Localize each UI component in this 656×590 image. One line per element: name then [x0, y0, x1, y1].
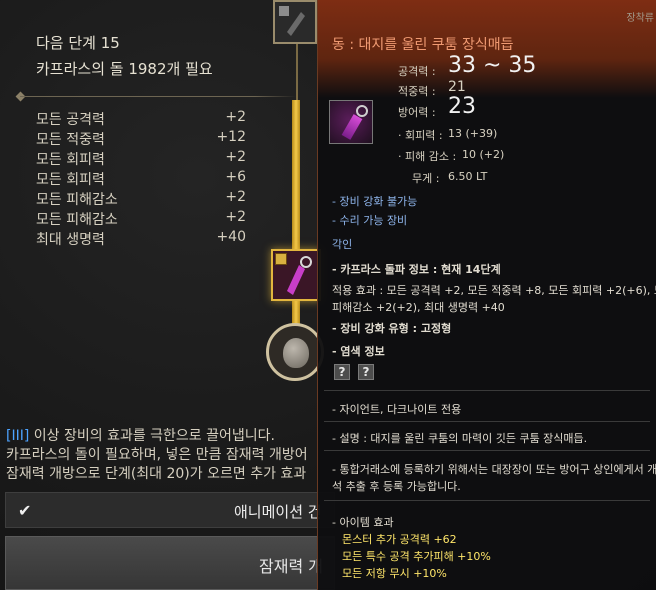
accuracy-value: 21 — [448, 79, 466, 95]
item-effect: 모든 저항 무시 +10% — [342, 567, 447, 580]
applied-effect-line1: 적용 효과 : 모든 공격력 +2, 모든 적중력 +8, 모든 회피력 +2(… — [332, 284, 656, 297]
market-note-line2: 석 추출 후 등록 가능합니다. — [332, 480, 461, 493]
defense-value: 23 — [448, 94, 476, 119]
tooltip-divider — [324, 450, 650, 451]
dye-slot-icon: ? — [334, 364, 350, 380]
damage-reduction-label: · 피해 감소 : — [398, 150, 457, 163]
item-tooltip: 장착류 동 : 대지를 울린 쿠툼 장식매듭 공격력 : 33 ~ 35 적중력… — [317, 0, 656, 590]
attack-value: 33 ~ 35 — [448, 53, 537, 78]
ornament-icon — [279, 6, 305, 36]
attack-label: 공격력 : — [398, 65, 436, 78]
no-enhance-line: - 장비 강화 불가능 — [332, 195, 418, 208]
divider — [20, 96, 296, 97]
stat-row: 최대 생명력 +40 — [36, 229, 246, 248]
weight-value: 6.50 LT — [448, 170, 488, 183]
gem-icon — [341, 114, 363, 140]
dye-info: - 염색 정보 — [332, 345, 385, 358]
evasion-label: · 회피력 : — [398, 129, 443, 142]
progress-track-upper — [296, 44, 298, 102]
tooltip-divider — [324, 421, 650, 422]
engrave-section: 각인 — [332, 238, 353, 251]
potential-open-button[interactable]: 잠재력 개 — [5, 536, 335, 590]
accuracy-label: 적중력 : — [398, 85, 436, 98]
item-effect-title: - 아이템 효과 — [332, 516, 394, 529]
item-icon — [329, 100, 373, 144]
stat-row: 모든 적중력 +12 — [36, 129, 246, 148]
chain-ring-icon — [356, 105, 368, 117]
stat-row: 모든 회피력 +6 — [36, 169, 246, 188]
item-effect: 모든 특수 공격 추가피해 +10% — [342, 550, 491, 563]
tooltip-divider — [324, 390, 650, 391]
evasion-value: 13 (+39) — [448, 127, 498, 140]
item-name: 동 : 대지를 울린 쿠툼 장식매듭 — [332, 37, 514, 53]
item-effect: 몬스터 추가 공격력 +62 — [342, 533, 457, 546]
item-description: - 설명 : 대지를 울린 쿠툼의 마력이 깃든 쿠툼 장식매듭. — [332, 432, 588, 445]
market-note-line1: - 통합거래소에 등록하기 위해서는 대장장이 또는 방어구 상인에게서 개량 — [332, 463, 656, 476]
defense-label: 방어력 : — [398, 106, 436, 119]
checkbox-checked-icon[interactable]: ✔ — [18, 502, 35, 519]
caphras-stone-slot[interactable] — [266, 323, 324, 381]
grade-bracket: [III] — [6, 428, 30, 444]
repairable-line: - 수리 가능 장비 — [332, 214, 408, 227]
class-restriction: - 자이언트, 다크나이트 전용 — [332, 403, 462, 416]
animation-toggle-bar[interactable]: ✔ 애니메이션 건 — [5, 492, 335, 528]
next-step-label: 다음 단계 15 — [36, 34, 120, 52]
tooltip-divider — [324, 500, 650, 501]
stone-requirement: 카프라스의 돌 1982개 필요 — [36, 60, 213, 78]
caphras-info: - 카프라스 돌파 정보 : 현재 14단계 — [332, 263, 501, 276]
potential-open-label: 잠재력 개 — [259, 557, 323, 576]
stat-list: 모든 공격력 +2 모든 적중력 +12 모든 회피력 +2 모든 회피력 +6 모든 … — [36, 109, 246, 249]
description: [III] 이상 장비의 효과를 극한으로 끌어냅니다. 카프라스의 돌이 필요… — [6, 428, 308, 482]
stat-row: 모든 공격력 +2 — [36, 109, 246, 128]
animation-label: 애니메이션 건 — [234, 503, 322, 521]
applied-effect-line2: 피해감소 +2(+2), 최대 생명력 +40 — [332, 301, 505, 314]
dye-slot-icon: ? — [358, 364, 374, 380]
equipment-slot-top[interactable] — [273, 0, 317, 44]
item-category-tag: 장착류 — [626, 13, 654, 24]
stat-row: 모든 피해감소 +2 — [36, 209, 246, 228]
equipment-slot-selected[interactable] — [271, 249, 321, 301]
weight-label: 무게 : — [412, 172, 440, 185]
caphras-stone-icon — [283, 338, 309, 368]
stat-row: 모든 회피력 +2 — [36, 149, 246, 168]
stat-row: 모든 피해감소 +2 — [36, 189, 246, 208]
enhance-type: - 장비 강화 유형 : 고정형 — [332, 322, 452, 335]
lock-badge-icon — [275, 253, 287, 265]
damage-reduction-value: 10 (+2) — [462, 148, 505, 161]
